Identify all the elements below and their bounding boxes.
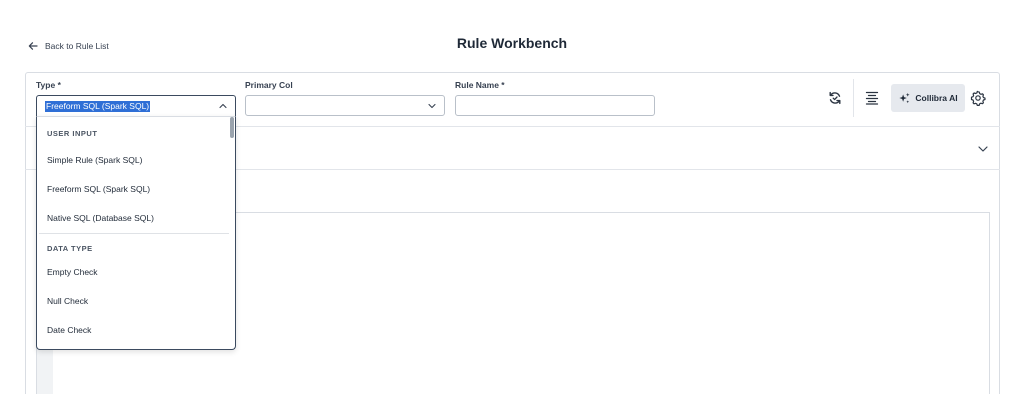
type-label: Type * [36,80,61,90]
sparkle-icon [899,92,910,103]
page-title: Rule Workbench [456,35,568,51]
refresh-icon[interactable] [827,90,843,106]
primary-col-select[interactable] [245,95,445,116]
rule-name-input[interactable] [455,95,655,116]
rule-name-label: Rule Name * [455,80,505,90]
expand-section-chevron-icon[interactable] [977,143,989,155]
dropdown-item-freeform-sql[interactable]: Freeform SQL (Spark SQL) [37,178,231,200]
gear-icon[interactable] [970,90,986,106]
type-dropdown-menu: USER INPUT Simple Rule (Spark SQL) Freef… [36,116,236,350]
dropdown-item-null-check[interactable]: Null Check [37,290,231,312]
type-select[interactable]: Freeform SQL (Spark SQL) [36,95,236,117]
toolbar-vertical-divider [853,79,854,117]
collibra-ai-button[interactable]: Collibra AI [891,84,965,112]
type-select-value: Freeform SQL (Spark SQL) [45,101,151,112]
editor-line-gutter [37,345,53,394]
dropdown-group-data-type: DATA TYPE [47,244,93,253]
chevron-down-icon [428,103,436,109]
collibra-ai-label: Collibra AI [915,93,958,103]
align-center-icon[interactable] [864,90,880,106]
dropdown-item-date-check[interactable]: Date Check [37,319,231,341]
dropdown-scrollbar[interactable] [230,117,234,138]
dropdown-divider [39,233,229,234]
chevron-up-icon [219,103,227,109]
dropdown-group-user-input: USER INPUT [47,129,98,138]
dropdown-item-simple-rule[interactable]: Simple Rule (Spark SQL) [37,149,231,171]
dropdown-item-native-sql[interactable]: Native SQL (Database SQL) [37,207,231,229]
primary-col-label: Primary Col [245,80,293,90]
dropdown-item-empty-check[interactable]: Empty Check [37,261,231,283]
